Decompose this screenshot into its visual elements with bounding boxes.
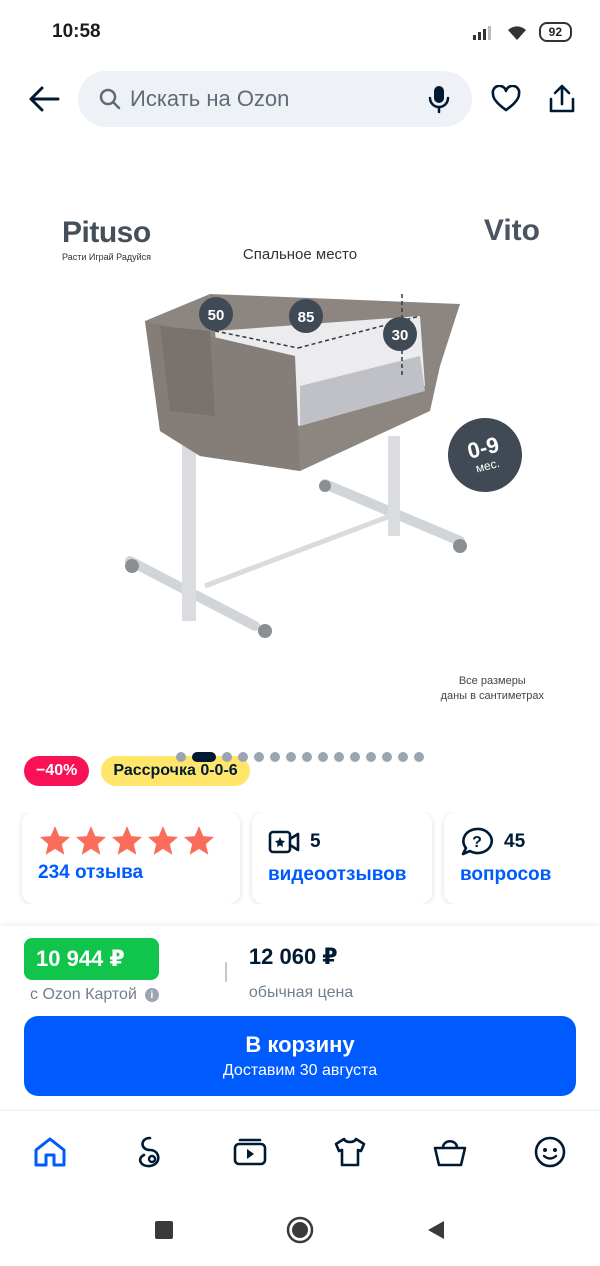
gallery-dot[interactable] [366, 752, 376, 762]
tab-cart[interactable] [425, 1127, 475, 1177]
rating-card[interactable]: 234 отзыва [22, 812, 240, 904]
gallery-dot[interactable] [238, 752, 248, 762]
video-reviews-card[interactable]: 5 видеоотзывов [252, 812, 432, 904]
gallery-dot[interactable] [254, 752, 264, 762]
gallery-dot[interactable] [270, 752, 280, 762]
size-note-line-1: Все размеры [458, 675, 526, 687]
system-nav-bar [0, 1194, 600, 1266]
dimension-width-label: 50 [208, 307, 225, 324]
gallery-dot[interactable] [318, 752, 328, 762]
star-icon [39, 826, 71, 855]
status-bar: 10:58 92 [0, 0, 600, 64]
gallery-pagination [0, 752, 600, 762]
gallery-dot[interactable] [398, 752, 408, 762]
info-icon[interactable]: i [144, 988, 159, 1002]
tab-fresh[interactable] [125, 1127, 175, 1177]
basket-icon [433, 1139, 467, 1166]
reviews-link[interactable]: 234 отзыва [38, 862, 224, 884]
video-reviews-count: 5 [310, 831, 321, 852]
heart-icon [491, 85, 521, 112]
ozon-card-price-label: с Ozon Картой i [30, 986, 159, 1004]
favorite-button[interactable] [484, 77, 528, 121]
gallery-dot[interactable] [192, 752, 216, 762]
app-tab-bar [0, 1110, 600, 1192]
star-icon [147, 826, 179, 855]
size-note-line-2: даны в сантиметрах [440, 690, 544, 702]
crib-illustration: 50 85 30 [125, 294, 467, 638]
recents-button[interactable] [144, 1210, 184, 1250]
price-row: 10 944 ₽ с Ozon Картой i 12 060 ₽ обычна… [0, 926, 600, 1004]
gallery-dot[interactable] [334, 752, 344, 762]
search-box[interactable] [78, 71, 472, 127]
gallery-dot[interactable] [382, 752, 392, 762]
swirl-icon [138, 1136, 160, 1167]
tab-home[interactable] [25, 1127, 75, 1177]
home-nav-button[interactable] [280, 1210, 320, 1250]
rating-stars [38, 824, 224, 858]
gallery-dot[interactable] [286, 752, 296, 762]
battery-indicator: 92 [538, 22, 572, 42]
back-button[interactable] [22, 77, 66, 121]
regular-price: 12 060 ₽ обычная цена [249, 938, 353, 1002]
microphone-icon[interactable] [428, 84, 450, 114]
ozon-card-price[interactable]: 10 944 ₽ с Ozon Картой i [24, 938, 159, 1004]
video-star-icon [268, 830, 300, 854]
back-nav-button[interactable] [416, 1210, 456, 1250]
video-reviews-header: 5 [268, 824, 416, 860]
model-name: Vito [483, 214, 540, 247]
square-icon [155, 1221, 173, 1239]
questions-header: ? 45 [460, 824, 600, 860]
image-caption: Спальное место [242, 246, 358, 263]
questions-link[interactable]: вопросов [460, 864, 600, 886]
arrow-left-icon [29, 86, 60, 112]
svg-text:?: ? [472, 834, 482, 851]
gallery-dot[interactable] [302, 752, 312, 762]
star-icon [75, 826, 107, 855]
questions-card[interactable]: ? 45 вопросов [444, 812, 600, 904]
ozon-card-price-value: 10 944 ₽ [24, 938, 159, 980]
gallery-dot[interactable] [176, 752, 186, 762]
regular-price-label: обычная цена [248, 984, 354, 1001]
price-divider [224, 962, 227, 982]
product-gallery[interactable]: Pituso Расти Играй Радуйся Vito Спальное… [0, 136, 600, 762]
smiley-icon [534, 1136, 566, 1167]
star-icon [183, 826, 215, 855]
brand-name: Pituso [62, 216, 151, 249]
search-input[interactable] [130, 86, 420, 112]
wifi-icon [507, 26, 526, 40]
video-reviews-link[interactable]: видеоотзывов [268, 864, 416, 886]
gallery-dot[interactable] [222, 752, 232, 762]
search-icon [99, 88, 121, 110]
tshirt-icon [334, 1137, 366, 1166]
add-to-cart-button[interactable]: В корзину Доставим 30 августа [24, 1016, 576, 1096]
questions-count: 45 [504, 831, 526, 852]
dimension-height-label: 30 [392, 327, 409, 344]
dimension-length-label: 85 [298, 309, 315, 326]
ozon-card-label-text: с Ozon Картой [30, 986, 137, 1003]
tab-video[interactable] [225, 1127, 275, 1177]
star-icon [111, 826, 143, 855]
share-icon [549, 84, 575, 113]
gallery-dot[interactable] [350, 752, 360, 762]
video-play-icon [233, 1138, 267, 1165]
circle-icon [286, 1216, 314, 1244]
regular-price-value: 12 060 ₽ [248, 944, 338, 969]
size-note: Все размеры даны в сантиметрах [441, 674, 544, 704]
add-to-cart-label: В корзину [245, 1032, 355, 1057]
top-bar [0, 64, 600, 134]
signal-icon [472, 26, 491, 40]
status-time: 10:58 [52, 21, 101, 42]
status-icons: 92 [472, 22, 572, 42]
review-cards: 234 отзыва 5 видеоотзывов ? 45 вопросов [0, 812, 600, 904]
gallery-dot[interactable] [414, 752, 424, 762]
question-bubble-icon: ? [461, 827, 493, 856]
tab-fashion[interactable] [325, 1127, 375, 1177]
purchase-panel: 10 944 ₽ с Ozon Картой i 12 060 ₽ обычна… [0, 926, 600, 1108]
home-icon [34, 1137, 66, 1166]
delivery-date: Доставим 30 августа [222, 1062, 378, 1079]
triangle-back-icon [428, 1221, 444, 1239]
share-button[interactable] [540, 77, 584, 121]
tab-profile[interactable] [525, 1127, 575, 1177]
